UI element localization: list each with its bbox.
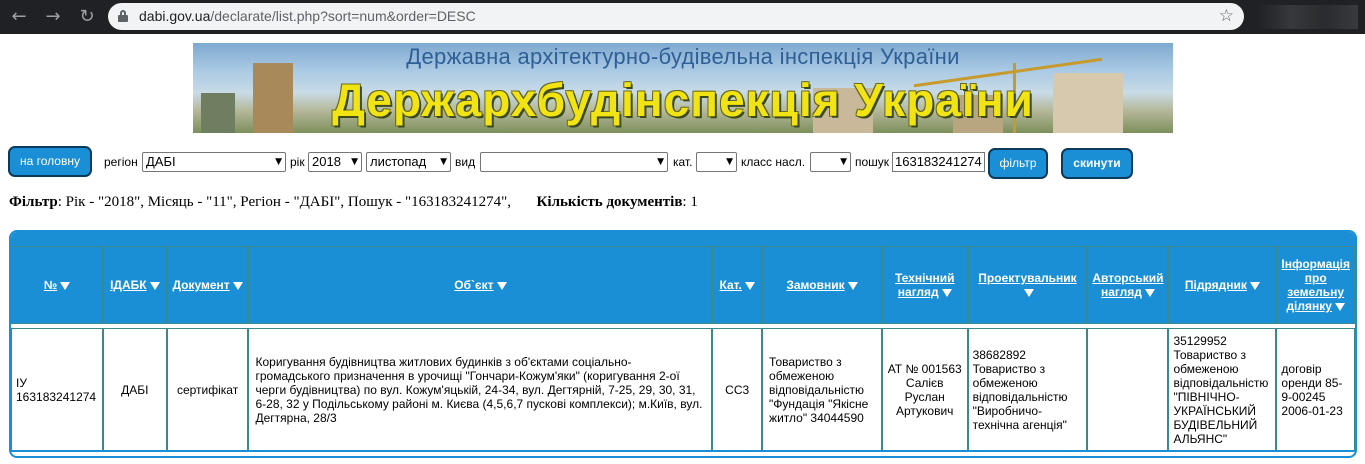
cell-author-supervision <box>1087 328 1169 452</box>
cell-document: сертифікат <box>166 328 249 452</box>
dropdown-arrow-icon: ▼ <box>440 157 447 167</box>
sort-arrow-icon[interactable] <box>1334 302 1345 311</box>
lock-icon <box>118 10 128 22</box>
month-select[interactable]: листопад ▼ <box>366 152 451 172</box>
cell-tech-supervision: АТ № 001563 Салієв Руслан Артукович <box>881 328 968 452</box>
sort-arrow-icon[interactable] <box>1144 288 1155 297</box>
filter-summary: Фільтр: Рік - "2018", Місяць - "11", Рег… <box>9 194 698 211</box>
sort-arrow-icon[interactable] <box>232 281 243 290</box>
sort-arrow-icon[interactable] <box>60 281 71 290</box>
reload-icon[interactable]: ↻ <box>76 6 98 28</box>
cell-idabk: ДАБІ <box>102 328 167 452</box>
col-header-designer[interactable]: Проектувальник <box>967 246 1088 324</box>
cell-land-info: договір оренди 85-9-00245 2006-01-23 <box>1276 328 1355 452</box>
cell-object: Коригування будівництва житлових будинкі… <box>248 328 713 452</box>
cell-num: ІУ 163183241274 <box>11 328 103 452</box>
dropdown-arrow-icon: ▼ <box>840 157 847 167</box>
url-host: dabi.gov.ua <box>139 8 211 24</box>
bookmark-star-icon[interactable]: ☆ <box>1219 6 1234 26</box>
banner-title: Держархбудінспекція України <box>332 74 1034 126</box>
year-label: рік <box>290 155 305 169</box>
col-header-author-supervision[interactable]: Авторський нагляд <box>1087 246 1169 324</box>
url-text: dabi.gov.ua/declarate/list.php?sort=num&… <box>139 8 476 24</box>
profile-area[interactable] <box>1258 5 1358 29</box>
region-value: ДАБІ <box>146 154 176 169</box>
banner-subtitle: Державна архітектурно-будівельна інспекц… <box>406 44 960 69</box>
table-header-row: № ІДАБК Документ Об`єкт Кат. Замовник Те… <box>11 246 1355 324</box>
category-select[interactable]: ▼ <box>696 152 737 172</box>
col-header-object[interactable]: Об`єкт <box>248 246 713 324</box>
dropdown-arrow-icon: ▼ <box>351 157 358 167</box>
dropdown-arrow-icon: ▼ <box>657 157 664 167</box>
col-header-idabk[interactable]: ІДАБК <box>102 246 167 324</box>
site-banner: Державна архітектурно-будівельна інспекц… <box>193 43 1173 133</box>
sort-arrow-icon[interactable] <box>847 281 858 290</box>
col-header-num[interactable]: № <box>11 246 103 324</box>
col-header-customer[interactable]: Замовник <box>762 246 882 324</box>
region-select[interactable]: ДАБІ ▼ <box>142 152 286 172</box>
results-table-container: № ІДАБК Документ Об`єкт Кат. Замовник Те… <box>9 230 1357 458</box>
kind-select[interactable]: ▼ <box>480 152 668 172</box>
cell-customer: Товариство з обмеженою відповідальністю … <box>762 328 882 452</box>
document-count-label: Кількість документів <box>536 194 683 210</box>
month-value: листопад <box>370 154 427 169</box>
col-header-land-info[interactable]: Інформація про земельну ділянку <box>1276 246 1355 324</box>
sort-arrow-icon[interactable] <box>941 288 952 297</box>
cell-contractor: 35129952 Товариство з обмеженою відповід… <box>1168 328 1277 452</box>
results-table: № ІДАБК Документ Об`єкт Кат. Замовник Те… <box>11 246 1355 452</box>
document-count-value: : 1 <box>682 194 698 210</box>
sort-arrow-icon[interactable] <box>1249 281 1260 290</box>
dropdown-arrow-icon: ▼ <box>275 157 282 167</box>
back-icon[interactable]: ← <box>8 6 30 28</box>
search-label: пошук <box>855 155 890 169</box>
class-label: класс насл. <box>741 155 806 169</box>
filter-button[interactable]: фільтр <box>988 148 1048 179</box>
col-header-tech-supervision[interactable]: Технічний нагляд <box>881 246 968 324</box>
cell-designer: 38682892 Товариство з обмеженою відповід… <box>967 328 1088 452</box>
url-path: /declarate/list.php?sort=num&order=DESC <box>210 8 476 24</box>
class-select[interactable]: ▼ <box>810 152 851 172</box>
year-select[interactable]: 2018 ▼ <box>308 152 362 172</box>
browser-toolbar: ← → ↻ dabi.gov.ua/declarate/list.php?sor… <box>0 0 1365 34</box>
col-header-category[interactable]: Кат. <box>712 246 763 324</box>
search-input[interactable]: 163183241274 <box>892 152 985 172</box>
category-label: кат. <box>673 155 693 169</box>
year-value: 2018 <box>312 154 341 169</box>
table-row: ІУ 163183241274 ДАБІ сертифікат Коригува… <box>11 328 1355 452</box>
col-header-document[interactable]: Документ <box>166 246 249 324</box>
sort-arrow-icon[interactable] <box>744 281 755 290</box>
cell-category: СС3 <box>712 328 763 452</box>
sort-arrow-icon[interactable] <box>149 281 160 290</box>
region-label: регіон <box>104 155 138 169</box>
filter-summary-text: : Рік - "2018", Місяць - "11", Регіон - … <box>57 194 512 210</box>
sort-arrow-icon[interactable] <box>1023 288 1034 297</box>
reset-button[interactable]: скинути <box>1061 148 1133 179</box>
sort-arrow-icon[interactable] <box>496 281 507 290</box>
col-header-contractor[interactable]: Підрядник <box>1168 246 1277 324</box>
filter-summary-label: Фільтр <box>9 194 58 210</box>
forward-icon[interactable]: → <box>42 6 64 28</box>
home-button[interactable]: на головну <box>8 146 92 177</box>
kind-label: вид <box>455 155 476 169</box>
dropdown-arrow-icon: ▼ <box>726 157 733 167</box>
address-bar[interactable]: dabi.gov.ua/declarate/list.php?sort=num&… <box>108 3 1244 30</box>
